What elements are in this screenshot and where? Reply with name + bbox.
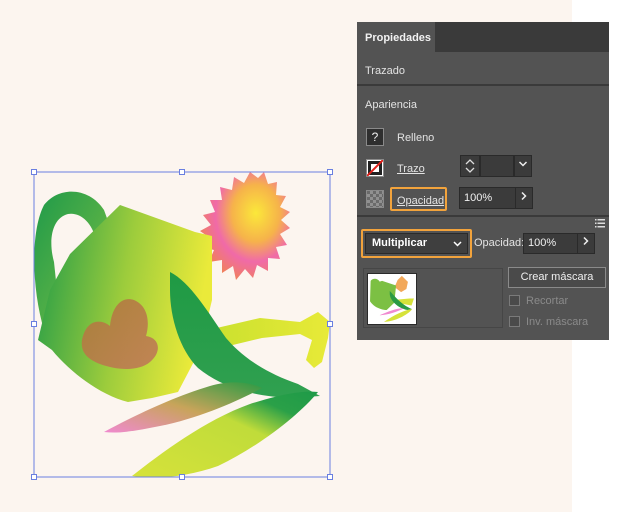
flower-shape[interactable]	[200, 172, 290, 280]
artwork-thumbnail[interactable]	[367, 273, 417, 325]
tab-propiedades[interactable]: Propiedades	[357, 22, 435, 52]
panel-tabbar: Propiedades	[357, 22, 609, 52]
clip-checkbox[interactable]	[509, 295, 520, 306]
create-mask-label: Crear máscara	[520, 271, 594, 283]
section-divider	[357, 84, 609, 86]
section-apariencia-title: Apariencia	[365, 99, 417, 111]
properties-panel: Propiedades Trazado Apariencia ? Relleno…	[357, 22, 609, 340]
invert-mask-label: Inv. máscara	[526, 316, 589, 328]
opacity-input[interactable]: 100%	[459, 187, 517, 209]
chevron-right-icon[interactable]	[515, 187, 533, 209]
fill-label: Relleno	[397, 132, 435, 144]
transparency-opacity-value: 100%	[528, 237, 557, 249]
opacity-value: 100%	[464, 192, 493, 204]
section-divider-2	[357, 215, 609, 217]
section-trazado-title: Trazado	[365, 65, 405, 77]
stroke-none-icon[interactable]	[366, 159, 384, 177]
create-mask-button[interactable]: Crear máscara	[508, 267, 606, 288]
panel-menu-icon[interactable]	[595, 219, 605, 228]
blend-mode-highlight	[361, 229, 472, 258]
tab-label: Propiedades	[365, 32, 432, 44]
clip-label: Recortar	[526, 295, 569, 307]
checker-icon[interactable]	[366, 190, 384, 208]
opacity-label-highlight	[390, 187, 447, 211]
stroke-label[interactable]: Trazo	[397, 163, 425, 175]
transparency-chevron-right-icon[interactable]	[577, 233, 595, 254]
chevron-down-icon[interactable]	[514, 155, 532, 177]
stepper-icon[interactable]	[460, 155, 480, 177]
transparency-opacity-label: Opacidad:	[474, 237, 525, 249]
transparency-opacity-input[interactable]: 100%	[523, 233, 579, 254]
invert-mask-checkbox[interactable]	[509, 316, 520, 327]
stroke-weight-input[interactable]	[480, 155, 514, 177]
question-icon[interactable]: ?	[366, 128, 384, 146]
